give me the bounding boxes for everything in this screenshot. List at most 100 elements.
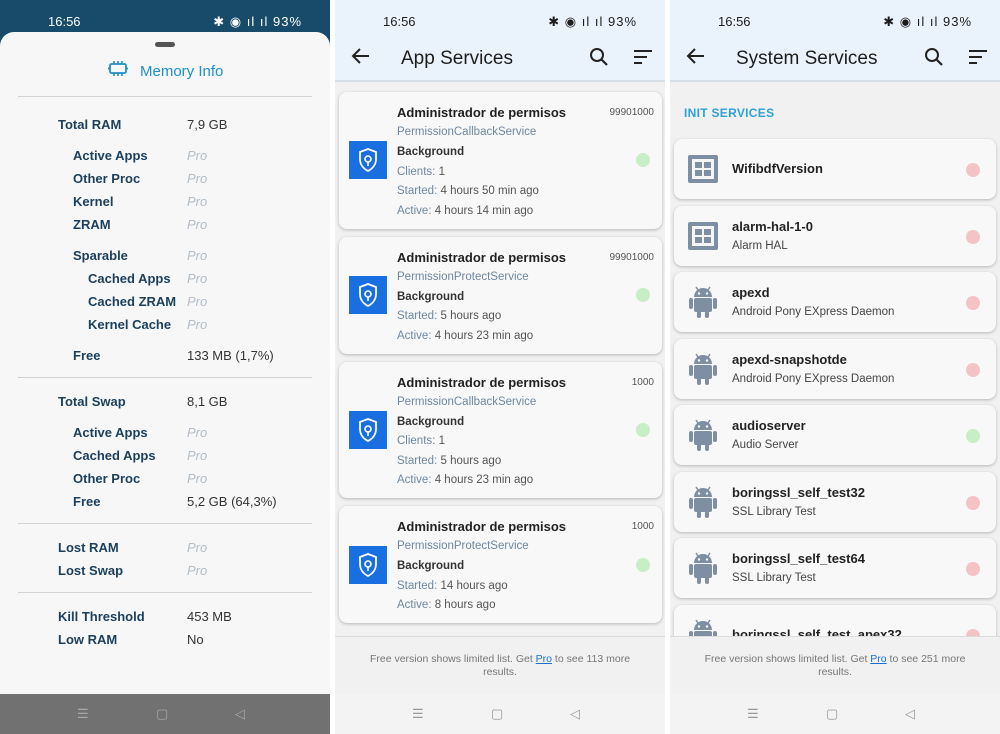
app-services-screen: 16:56 ✱ ◉ ıl ıl 93% App Services Adminis… xyxy=(335,0,665,734)
pro-link[interactable]: Pro xyxy=(870,653,886,665)
detail-key: Started: xyxy=(397,579,438,592)
home-button[interactable]: ▢ xyxy=(491,706,503,722)
service-row[interactable]: audioserver Audio Server xyxy=(674,405,996,465)
service-class-name: PermissionCallbackService xyxy=(397,126,537,138)
service-detail-line: Started: 4 hours 50 min ago xyxy=(397,185,539,197)
detail-value: 1 xyxy=(438,165,445,178)
memory-row-value: Pro xyxy=(187,148,208,163)
sort-icon[interactable] xyxy=(633,48,653,66)
android-icon xyxy=(686,350,720,385)
divider xyxy=(18,523,312,524)
divider xyxy=(18,592,312,593)
memory-row-label: Kernel xyxy=(73,194,114,209)
service-row[interactable]: boringssl_self_test_apex32 xyxy=(674,604,996,636)
service-card[interactable]: Administrador de permisos 99901000 Permiss… xyxy=(339,92,662,229)
drag-handle[interactable] xyxy=(155,42,175,47)
shield-icon xyxy=(349,276,387,314)
nav-bar: ☰ ▢ ◁ xyxy=(0,694,330,734)
detail-value: 1 xyxy=(438,435,445,447)
memory-row-value: Pro xyxy=(187,317,208,332)
service-description: Audio Server xyxy=(732,439,799,451)
divider xyxy=(18,96,312,97)
memory-row-label: Active Apps xyxy=(73,425,148,440)
service-card[interactable]: Administrador de permisos 1000 PermissionC… xyxy=(339,361,662,498)
service-description: SSL Library Test xyxy=(732,572,816,584)
memory-row-value: Pro xyxy=(187,294,208,309)
service-row[interactable]: apexd-snapshotde Android Pony EXpress Dae… xyxy=(674,338,996,399)
memory-row-label: Free xyxy=(73,494,101,509)
home-button[interactable]: ▢ xyxy=(826,706,838,722)
service-uid: 1000 xyxy=(631,376,654,388)
status-dot xyxy=(636,422,650,437)
detail-key: Clients: xyxy=(397,165,436,178)
system-services-list[interactable]: WifibdfVersion alarm-hal-1-0 Alarm HAL apex… xyxy=(670,0,1000,636)
memory-row-label: Lost Swap xyxy=(58,563,124,578)
recents-button[interactable]: ☰ xyxy=(747,706,759,722)
status-dot xyxy=(966,362,980,377)
memory-row-label: Sparable xyxy=(73,248,128,263)
status-time: 16:56 xyxy=(383,14,416,29)
nav-bar: ☰ ▢ ◁ xyxy=(670,694,1000,734)
service-card[interactable]: Administrador de permisos 1000 PermissionP… xyxy=(339,506,662,623)
service-name: boringssl_self_test64 xyxy=(732,551,865,566)
back-nav-button[interactable]: ◁ xyxy=(570,706,580,722)
detail-key: Active: xyxy=(397,329,432,342)
page-title: App Services xyxy=(401,48,513,69)
service-row[interactable]: WifibdfVersion xyxy=(674,139,996,199)
back-arrow-icon[interactable] xyxy=(351,46,371,66)
memory-row-value: Pro xyxy=(187,448,208,463)
recents-button[interactable]: ☰ xyxy=(412,706,424,722)
memory-row-label: Kill Threshold xyxy=(58,609,145,624)
service-description: SSL Library Test xyxy=(732,505,816,518)
memory-row-label: Active Apps xyxy=(73,148,148,163)
service-row[interactable]: alarm-hal-1-0 Alarm HAL xyxy=(674,205,996,266)
home-button[interactable]: ▢ xyxy=(156,706,168,722)
service-class-name: PermissionProtectService xyxy=(397,270,529,283)
chip-icon xyxy=(686,153,720,185)
memory-chip-icon xyxy=(108,61,128,76)
android-icon xyxy=(686,416,720,451)
service-class-name: PermissionProtectService xyxy=(397,540,529,552)
service-detail-line: Active: 8 hours ago xyxy=(397,599,495,611)
shield-icon xyxy=(349,410,387,449)
android-icon xyxy=(686,283,720,318)
service-app-name: Administrador de permisos xyxy=(397,249,567,265)
service-row[interactable]: boringssl_self_test64 SSL Library Test xyxy=(674,538,996,598)
search-icon[interactable] xyxy=(589,47,609,67)
service-card[interactable]: Administrador de permisos 99901000 Permiss… xyxy=(339,236,662,354)
service-app-name: Administrador de permisos xyxy=(397,374,567,390)
status-icons: ✱ ◉ ıl ıl 93% xyxy=(213,14,302,29)
memory-row-label: Total Swap xyxy=(58,394,126,409)
memory-row-value: Pro xyxy=(187,171,208,186)
service-state: Background xyxy=(397,290,465,303)
memory-row-label: Low RAM xyxy=(58,632,118,647)
service-state: Background xyxy=(397,560,465,572)
memory-row-value: 7,9 GB xyxy=(187,117,228,132)
back-nav-button[interactable]: ◁ xyxy=(235,706,245,722)
app-services-list[interactable]: Administrador de permisos 99901000 Permiss… xyxy=(335,86,665,636)
service-uid: 1000 xyxy=(631,521,654,532)
detail-value: 5 hours ago xyxy=(440,310,502,322)
service-row[interactable]: apexd Android Pony EXpress Daemon xyxy=(674,272,996,332)
service-description: Alarm HAL xyxy=(732,239,788,252)
back-nav-button[interactable]: ◁ xyxy=(905,706,915,722)
status-dot xyxy=(636,557,650,572)
service-row[interactable]: boringssl_self_test32 SSL Library Test xyxy=(674,471,996,532)
service-uid: 99901000 xyxy=(609,251,655,263)
service-class-name: PermissionCallbackService xyxy=(397,395,537,408)
service-description: Android Pony EXpress Daemon xyxy=(732,306,895,318)
chip-icon xyxy=(686,220,720,252)
pro-link[interactable]: Pro xyxy=(536,653,552,665)
recents-button[interactable]: ☰ xyxy=(77,706,89,722)
memory-row-value: 453 MB xyxy=(187,609,232,624)
status-dot xyxy=(966,495,980,510)
memory-row-label: Total RAM xyxy=(58,117,122,132)
detail-key: Active: xyxy=(397,474,432,486)
detail-key: Started: xyxy=(397,310,438,322)
service-name: alarm-hal-1-0 xyxy=(732,218,813,234)
detail-value: 8 hours ago xyxy=(434,599,496,611)
memory-row-label: Cached Apps xyxy=(73,448,156,463)
android-icon xyxy=(686,616,720,636)
system-services-screen: 16:56 ✱ ◉ ıl ıl 93% System Services INIT… xyxy=(670,0,1000,734)
detail-key: Started: xyxy=(397,454,438,467)
